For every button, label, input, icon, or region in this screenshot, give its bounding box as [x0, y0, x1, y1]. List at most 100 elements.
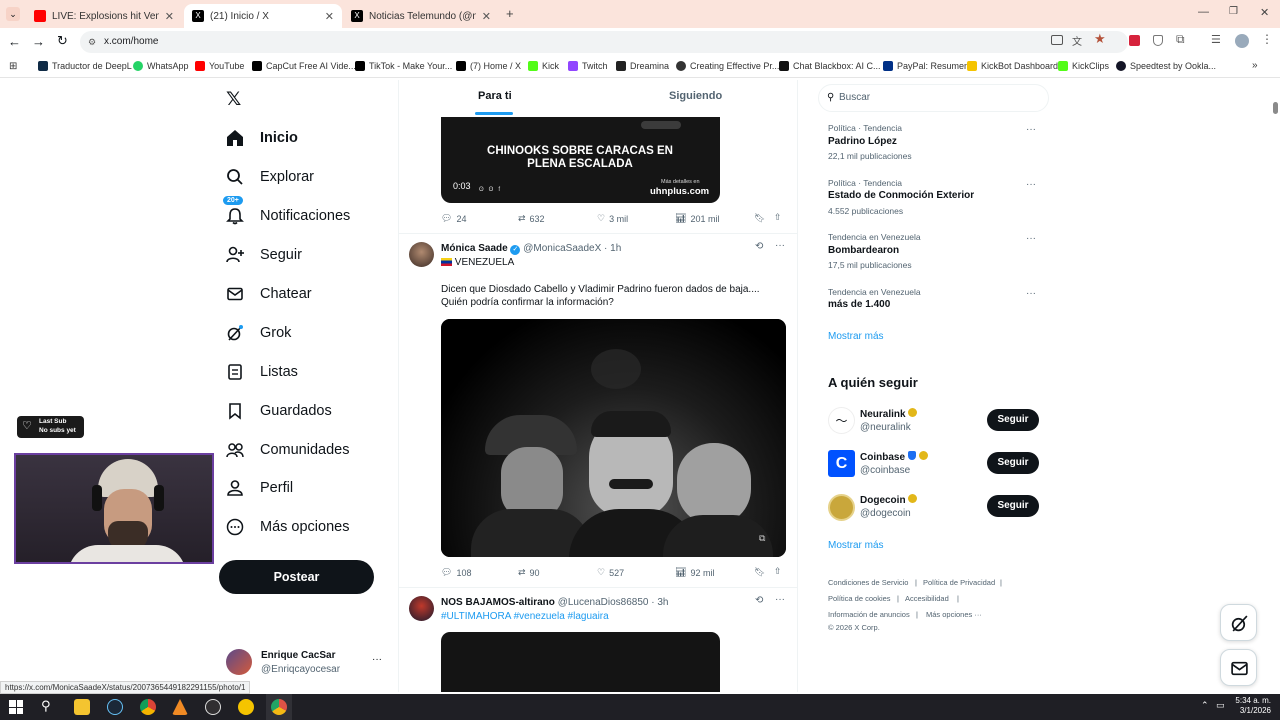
translate-icon[interactable]: 文 [1072, 33, 1082, 48]
bookmark-item[interactable]: Chat Blackbox: AI C... [779, 61, 881, 71]
tweet-photo[interactable]: ⧉ [441, 319, 786, 557]
account-name[interactable]: Neuralink [860, 408, 918, 420]
avatar[interactable] [409, 596, 434, 621]
tweet-media[interactable] [441, 632, 720, 692]
more-dots-icon[interactable]: ··· [1026, 124, 1036, 135]
nav-communities[interactable]: Comunidades [224, 433, 349, 467]
tab-for-you[interactable]: Para ti [478, 90, 512, 102]
more-dots-icon[interactable]: ··· [1026, 179, 1036, 190]
forward-icon[interactable]: → [32, 34, 45, 49]
search-input[interactable]: ⚲ Buscar [818, 84, 1049, 112]
nav-follow[interactable]: Seguir [224, 238, 302, 272]
obs-icon[interactable] [205, 699, 221, 715]
nav-chat[interactable]: Chatear [224, 277, 312, 311]
repost-button[interactable]: ⇄ 632 [518, 213, 545, 224]
windows-start-icon[interactable] [9, 700, 23, 714]
coinbase-avatar-icon[interactable]: C [828, 450, 855, 477]
bookmark-button[interactable]: 🔖︎ [754, 213, 765, 224]
more-dots-icon[interactable]: ··· [775, 240, 785, 251]
tweet-nos-bajamos[interactable]: NOS BAJAMOS-altirano @LucenaDios86850 · … [399, 588, 797, 692]
grok-icon[interactable]: ⟲ [755, 241, 763, 252]
more-dots-icon[interactable]: ··· [1026, 288, 1036, 299]
back-icon[interactable]: ← [8, 34, 21, 49]
bookmark-button[interactable]: 🔖︎ [754, 567, 765, 578]
author-handle[interactable]: @LucenaDios86850 [558, 597, 649, 608]
footer-link[interactable]: Más opciones ··· [926, 610, 982, 619]
bookmark-item[interactable]: KickBot Dashboard [967, 61, 1058, 71]
tab-following[interactable]: Siguiendo [669, 90, 722, 102]
alt-text-icon[interactable]: ⧉ [759, 533, 765, 544]
author-name[interactable]: Mónica Saade [441, 243, 508, 254]
bookmark-item[interactable]: PayPal: Resumen [883, 61, 969, 71]
footer-link[interactable]: Información de anuncios [828, 610, 910, 619]
more-bookmarks-icon[interactable]: » [1252, 60, 1258, 71]
video-media[interactable]: CHINOOKS SOBRE CARACAS EN PLENA ESCALADA… [441, 117, 720, 203]
more-dots-icon[interactable]: ··· [775, 594, 785, 605]
reading-list-icon[interactable]: ☰ [1211, 33, 1221, 46]
bookmark-item[interactable]: Twitch [568, 61, 608, 71]
follow-button[interactable]: Seguir [987, 409, 1039, 431]
more-dots-icon[interactable]: ··· [372, 654, 382, 665]
file-explorer-icon[interactable] [74, 699, 90, 715]
trend-title[interactable]: Padrino López [828, 136, 897, 147]
account-name[interactable]: Dogecoin [860, 494, 918, 506]
tab-list-dropdown-icon[interactable]: ⌄ [6, 7, 20, 21]
footer-link[interactable]: Condiciones de Servicio [828, 578, 908, 587]
author-name[interactable]: NOS BAJAMOS-altirano [441, 597, 555, 608]
close-tab-icon[interactable]: ✕ [482, 10, 491, 23]
chrome-icon[interactable] [140, 699, 156, 715]
nav-lists[interactable]: Listas [224, 355, 298, 389]
reply-button[interactable]: 💬︎ 24 [441, 213, 466, 224]
nav-explore[interactable]: Explorar [224, 160, 314, 194]
dogecoin-avatar-icon[interactable] [828, 494, 855, 521]
share-button[interactable]: ⇧ [774, 566, 782, 577]
bookmark-item[interactable]: Kick [528, 61, 559, 71]
page-scrollbar[interactable] [1270, 80, 1280, 692]
like-button[interactable]: ♡ 527 [597, 567, 624, 578]
footer-link[interactable]: Accesibilidad [905, 594, 949, 603]
share-button[interactable]: ⇧ [774, 212, 782, 223]
bookmark-item[interactable]: Speedtest by Ookla... [1116, 61, 1216, 71]
account-switcher[interactable]: Enrique CacSar @Enriqcayocesar ··· [226, 648, 386, 680]
bookmark-item[interactable]: TikTok - Make Your... [355, 61, 452, 71]
close-tab-icon[interactable]: ✕ [165, 10, 174, 23]
close-window-icon[interactable]: ✕ [1260, 6, 1269, 19]
reload-icon[interactable]: ↻ [57, 33, 68, 49]
clock[interactable]: 5:34 a. m. 3/1/2026 [1233, 696, 1271, 716]
extension-red-icon[interactable] [1129, 35, 1140, 46]
nav-grok[interactable]: Grok [224, 316, 291, 350]
nav-home[interactable]: Inicio [224, 121, 298, 155]
more-dots-icon[interactable]: ··· [1026, 233, 1036, 244]
norton-icon[interactable] [238, 699, 254, 715]
close-tab-icon[interactable]: ✕ [325, 10, 334, 23]
footer-link[interactable]: Política de cookies [828, 594, 891, 603]
profile-avatar-icon[interactable] [1235, 34, 1249, 48]
bookmark-item[interactable]: Dreamina [616, 61, 669, 71]
site-info-icon[interactable]: ⚙ [88, 31, 96, 53]
tweet-monica-saade[interactable]: Mónica Saade ✓ @MonicaSaadeX · 1h ⟲ ··· … [399, 234, 797, 586]
nav-profile[interactable]: Perfil [224, 471, 293, 505]
hashtags[interactable]: #ULTIMAHORA #venezuela #laguaira [441, 611, 609, 622]
apps-grid-icon[interactable]: ⊞ [9, 61, 17, 72]
grok-fab[interactable] [1220, 604, 1257, 641]
post-time[interactable]: · 1h [604, 243, 621, 254]
show-more-trends-link[interactable]: Mostrar más [828, 331, 884, 342]
minimize-window-icon[interactable]: — [1198, 6, 1209, 18]
bookmark-item[interactable]: (7) Home / X [456, 61, 521, 71]
author-handle[interactable]: @MonicaSaadeX [523, 243, 601, 254]
network-icon[interactable]: ▭ [1216, 700, 1225, 711]
repost-button[interactable]: ⇄ 90 [518, 567, 540, 578]
views-button[interactable]: 📊︎ 92 mil [675, 567, 714, 578]
account-name[interactable]: Coinbase [860, 451, 928, 463]
search-icon[interactable]: ⚲ [41, 698, 51, 714]
restore-window-icon[interactable]: ❐ [1229, 6, 1238, 17]
trend-title[interactable]: más de 1.400 [828, 299, 890, 310]
like-button[interactable]: ♡ 3 mil [597, 213, 628, 224]
reply-button[interactable]: 💬︎ 108 [441, 567, 471, 578]
bookmark-item[interactable]: Traductor de DeepL [38, 61, 132, 71]
new-tab-button[interactable]: + [506, 6, 514, 21]
extensions-puzzle-icon[interactable]: ⧉ [1176, 32, 1185, 47]
views-button[interactable]: 📊︎ 201 mil [675, 213, 719, 224]
nav-more-options[interactable]: Más opciones [224, 510, 349, 544]
grok-icon[interactable]: ⟲ [755, 595, 763, 606]
